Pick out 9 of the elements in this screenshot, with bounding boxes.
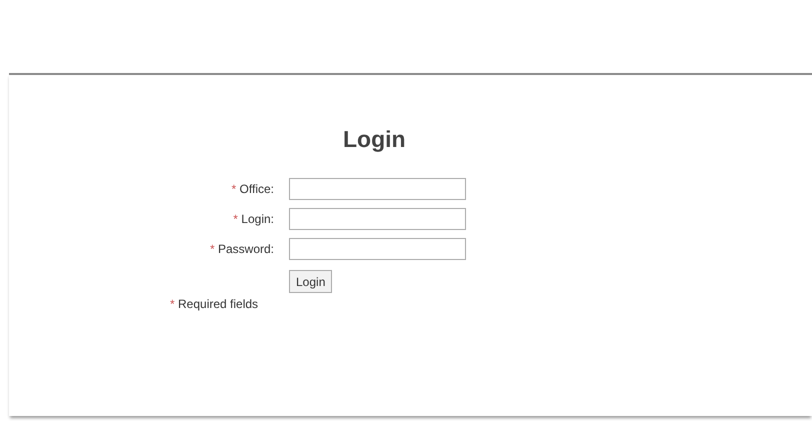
input-field[interactable] bbox=[289, 178, 466, 200]
field-label: * Login: bbox=[233, 212, 274, 226]
required-fields-note: * Required fields bbox=[170, 297, 260, 311]
login-button[interactable]: Login bbox=[289, 270, 332, 293]
field-label: * Password: bbox=[210, 242, 274, 256]
page-title: Login bbox=[343, 125, 406, 153]
input-field[interactable] bbox=[289, 208, 466, 230]
field-label: * Office: bbox=[232, 182, 274, 196]
input-field[interactable] bbox=[289, 238, 466, 260]
